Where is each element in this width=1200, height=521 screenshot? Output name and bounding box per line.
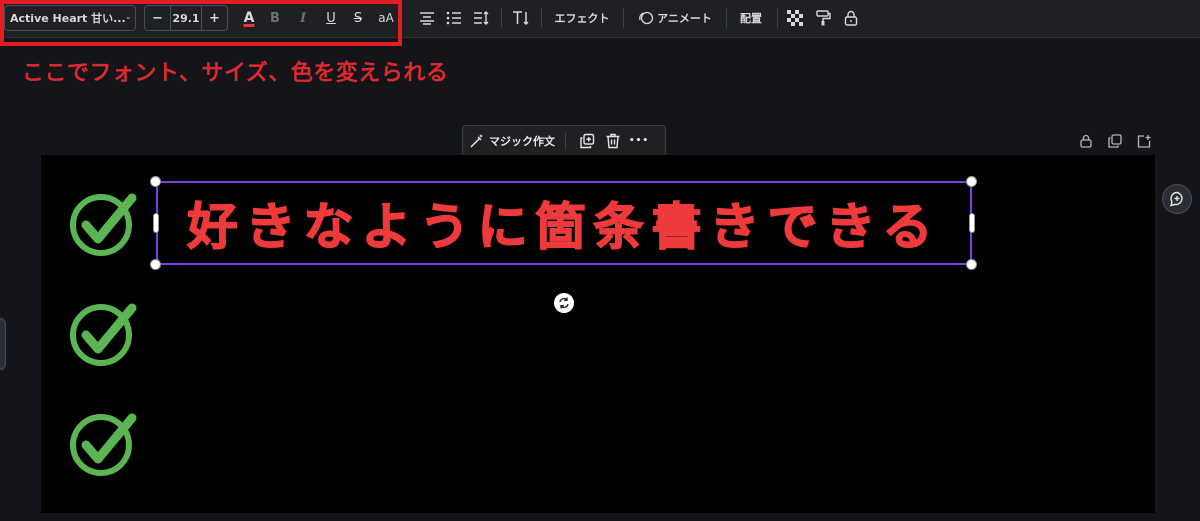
align-button[interactable] bbox=[416, 5, 438, 31]
lock-page-button[interactable] bbox=[1076, 132, 1096, 150]
checkmark-icon[interactable] bbox=[69, 409, 139, 479]
toolbar-divider bbox=[623, 8, 624, 28]
text-direction-icon bbox=[513, 11, 529, 26]
page-tools bbox=[1076, 132, 1154, 150]
paint-roller-icon bbox=[816, 10, 831, 26]
toolbar-divider bbox=[777, 8, 778, 28]
toolbar-divider bbox=[541, 8, 542, 28]
magic-write-button[interactable]: マジック作文 bbox=[469, 133, 555, 149]
duplicate-button[interactable] bbox=[576, 130, 598, 152]
resize-handle-bottom-right[interactable] bbox=[966, 259, 977, 270]
checkmark-icon[interactable] bbox=[69, 299, 139, 369]
duplicate-icon bbox=[1108, 134, 1122, 148]
align-center-icon bbox=[420, 12, 434, 25]
rotate-icon bbox=[559, 297, 569, 309]
magic-pen-icon bbox=[470, 134, 483, 148]
bullet-list-icon bbox=[446, 11, 461, 25]
resize-handle-bottom-left[interactable] bbox=[150, 259, 161, 270]
annotation-highlight-box bbox=[0, 0, 402, 46]
list-button[interactable] bbox=[443, 5, 465, 31]
resize-handle-top-left[interactable] bbox=[150, 176, 161, 187]
resize-handle-left[interactable] bbox=[153, 213, 159, 233]
trash-icon bbox=[606, 133, 620, 149]
copy-style-button[interactable] bbox=[812, 5, 834, 31]
rotate-handle[interactable] bbox=[554, 293, 574, 313]
add-comment-button[interactable] bbox=[1162, 184, 1192, 214]
duplicate-page-button[interactable] bbox=[1105, 132, 1125, 150]
lock-button[interactable] bbox=[840, 5, 862, 31]
effects-button[interactable]: エフェクト bbox=[550, 5, 614, 31]
transparency-button[interactable] bbox=[784, 5, 806, 31]
more-options-button[interactable]: ••• bbox=[628, 130, 650, 152]
delete-button[interactable] bbox=[602, 130, 624, 152]
animate-button[interactable]: アニメート bbox=[632, 5, 718, 31]
vertical-text-button[interactable] bbox=[509, 5, 533, 31]
add-page-button[interactable] bbox=[1134, 132, 1154, 150]
magic-write-label: マジック作文 bbox=[489, 135, 555, 148]
animate-icon bbox=[639, 11, 654, 25]
side-panel-toggle[interactable] bbox=[0, 318, 6, 370]
duplicate-icon bbox=[580, 133, 595, 149]
toolbar-divider bbox=[726, 8, 727, 28]
position-button[interactable]: 配置 bbox=[735, 5, 767, 31]
lock-icon bbox=[1080, 134, 1092, 148]
toolbar-divider bbox=[565, 132, 566, 150]
toolbar-divider bbox=[501, 8, 502, 28]
lock-icon bbox=[844, 10, 858, 26]
checkmark-icon[interactable] bbox=[69, 189, 139, 259]
animate-label: アニメート bbox=[657, 12, 712, 25]
transparency-icon bbox=[787, 10, 803, 26]
spacing-button[interactable] bbox=[470, 5, 492, 31]
resize-handle-right[interactable] bbox=[969, 213, 975, 233]
comment-icon bbox=[1169, 191, 1183, 207]
add-page-icon bbox=[1137, 135, 1151, 148]
design-canvas[interactable]: 好きなように箇条書きできる bbox=[41, 155, 1155, 513]
line-spacing-icon bbox=[474, 11, 489, 25]
headline-text[interactable]: 好きなように箇条書きできる bbox=[187, 187, 941, 259]
selected-text-box[interactable]: 好きなように箇条書きできる bbox=[156, 181, 972, 265]
resize-handle-top-right[interactable] bbox=[966, 176, 977, 187]
annotation-text: ここでフォント、サイズ、色を変えられる bbox=[22, 61, 449, 86]
element-context-toolbar: マジック作文 ••• bbox=[462, 125, 666, 157]
